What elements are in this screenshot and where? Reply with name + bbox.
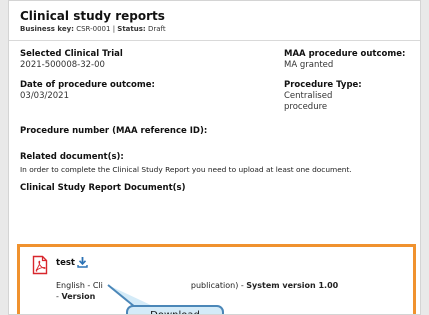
csr-document-label: Clinical Study Report Document(s) [20,183,186,193]
date-outcome-label: Date of procedure outcome: [20,80,155,90]
procedure-number-label: Procedure number (MAA reference ID): [20,126,208,136]
maa-outcome-value: MA granted [284,60,334,70]
status-value: Draft [147,25,166,33]
document-name-link[interactable]: test [56,258,75,268]
download-tooltip: Download [126,305,224,314]
procedure-type-value-line1: Centralised [284,91,333,101]
selected-trial-label: Selected Clinical Trial [20,49,123,59]
procedure-type-label: Procedure Type: [284,80,362,90]
maa-outcome-label: MAA procedure outcome: [284,49,406,59]
system-version: System version 1.00 [246,281,339,290]
selected-trial-value: 2021-500008-32-00 [20,60,105,70]
document-details: English - Cli publication) - System versi… [56,281,339,290]
pdf-icon [32,255,48,275]
business-key-status: Business key: CSR-0001 | Status: Draft [20,25,166,33]
page-title: Clinical study reports [20,9,165,23]
download-icon[interactable] [77,256,88,268]
procedure-type-value-line2: procedure [284,102,328,112]
panel-body: Selected Clinical Trial 2021-500008-32-0… [9,49,420,194]
panel-header: Clinical study reports Business key: CSR… [9,1,420,41]
related-documents-info: In order to complete the Clinical Study … [20,165,352,174]
business-key-value: CSR-0001 [76,25,111,33]
related-documents-label: Related document(s): [20,152,124,162]
document-version: - Version [56,292,96,301]
date-outcome-value: 03/03/2021 [20,91,69,101]
clinical-study-report-panel: Clinical study reports Business key: CSR… [8,0,421,315]
